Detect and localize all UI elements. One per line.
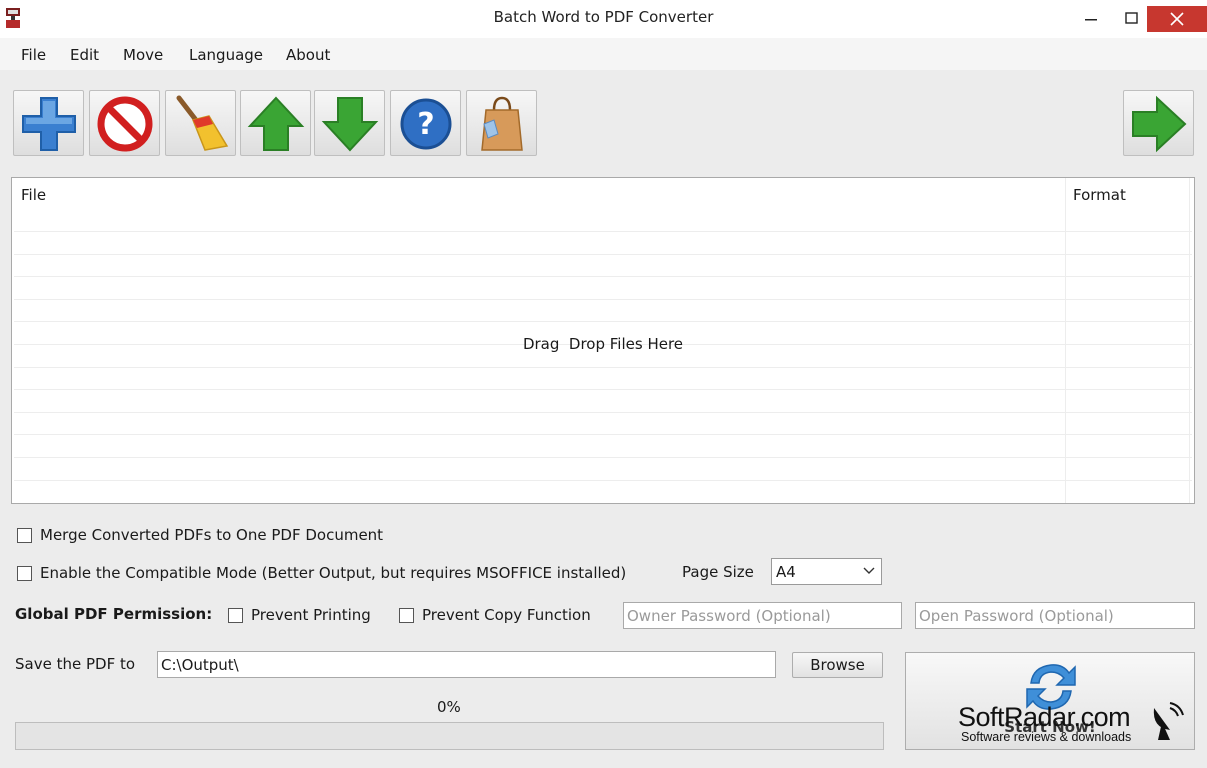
row-divider (14, 389, 1192, 390)
column-header-file[interactable]: File (21, 186, 46, 204)
menu-edit[interactable]: Edit (70, 46, 99, 64)
window-title: Batch Word to PDF Converter (493, 8, 714, 26)
row-divider (14, 299, 1192, 300)
watermark: SoftRadar.com Software reviews & downloa… (958, 702, 1188, 750)
compatible-mode-label[interactable]: Enable the Compatible Mode (Better Outpu… (40, 564, 626, 582)
shopping-bag-icon (481, 96, 523, 151)
arrow-down-icon (321, 97, 379, 152)
column-header-format[interactable]: Format (1073, 186, 1126, 204)
arrow-right-go-icon (1132, 95, 1187, 153)
title-bar: Batch Word to PDF Converter (0, 0, 1207, 38)
add-files-button[interactable] (13, 90, 84, 156)
permission-label: Global PDF Permission: (15, 605, 213, 623)
menu-language[interactable]: Language (189, 46, 263, 64)
convert-go-button[interactable] (1123, 90, 1194, 156)
menu-about[interactable]: About (286, 46, 330, 64)
row-divider (14, 367, 1192, 368)
help-button[interactable]: ? (390, 90, 461, 156)
svg-text:?: ? (417, 107, 434, 142)
merge-label[interactable]: Merge Converted PDFs to One PDF Document (40, 526, 383, 544)
file-list[interactable]: File Format Drag Drop Files Here (11, 177, 1195, 504)
prevent-printing-checkbox[interactable] (228, 608, 243, 623)
progress-percent: 0% (437, 698, 461, 716)
row-divider (14, 276, 1192, 277)
row-divider (14, 412, 1192, 413)
watermark-subtitle: Software reviews & downloads (961, 730, 1132, 744)
page-size-value: A4 (776, 563, 796, 581)
save-to-label: Save the PDF to (15, 655, 136, 673)
remove-file-button[interactable] (89, 90, 160, 156)
row-divider (14, 457, 1192, 458)
row-divider (14, 254, 1192, 255)
broom-clear-icon (176, 95, 229, 151)
add-plus-icon (22, 97, 76, 151)
owner-password-input[interactable] (623, 602, 902, 629)
close-icon (1170, 12, 1184, 26)
buy-button[interactable] (466, 90, 537, 156)
page-size-label: Page Size (682, 563, 754, 581)
row-divider (14, 480, 1192, 481)
progress-bar (15, 722, 884, 750)
menu-file[interactable]: File (21, 46, 46, 64)
prevent-printing-label[interactable]: Prevent Printing (251, 606, 371, 624)
prevent-copy-checkbox[interactable] (399, 608, 414, 623)
arrow-up-icon (247, 96, 305, 151)
clear-list-button[interactable] (165, 90, 236, 156)
output-path-input[interactable] (157, 651, 776, 678)
merge-checkbox[interactable] (17, 528, 32, 543)
compatible-mode-checkbox[interactable] (17, 566, 32, 581)
drop-hint: Drag Drop Files Here (522, 335, 684, 353)
row-divider (14, 231, 1192, 232)
remove-no-icon (97, 96, 153, 152)
browse-button[interactable]: Browse (792, 652, 883, 678)
chevron-down-icon (863, 567, 875, 574)
watermark-title: SoftRadar.com (958, 702, 1131, 732)
page-size-select[interactable]: A4 (771, 558, 882, 585)
help-question-icon: ? (400, 98, 452, 150)
row-divider (14, 321, 1192, 322)
row-divider (14, 434, 1192, 435)
open-password-input[interactable] (915, 602, 1195, 629)
prevent-copy-label[interactable]: Prevent Copy Function (422, 606, 591, 624)
close-button[interactable] (1147, 6, 1207, 32)
menu-bar: File Edit Move Language About (0, 38, 1207, 70)
move-down-button[interactable] (314, 90, 385, 156)
menu-move[interactable]: Move (123, 46, 163, 64)
move-up-button[interactable] (240, 90, 311, 156)
satellite-dish-icon (1153, 702, 1184, 740)
